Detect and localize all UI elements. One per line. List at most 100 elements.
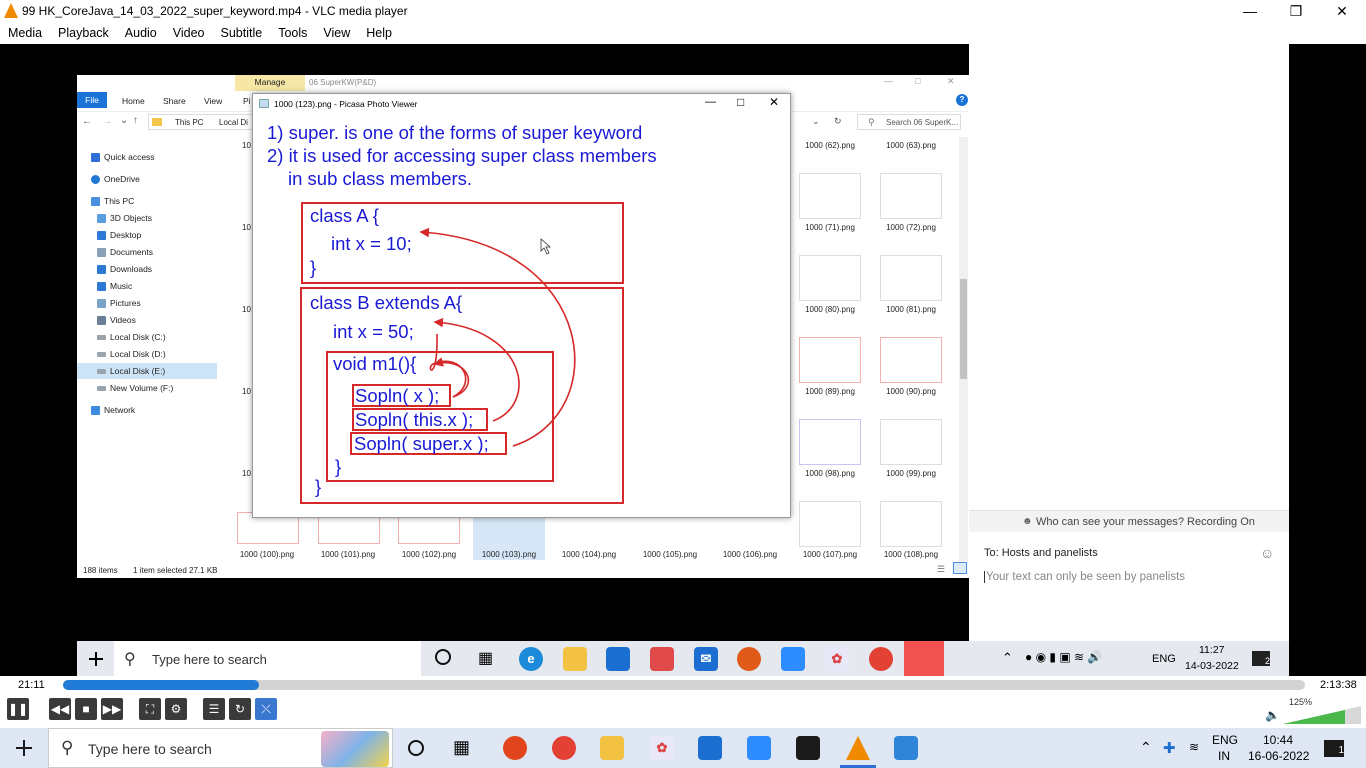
- thumbnail-label[interactable]: 1000 (103).png: [469, 550, 549, 559]
- close-button[interactable]: ✕: [1319, 0, 1365, 23]
- nav-desktop[interactable]: Desktop: [77, 227, 217, 243]
- address-bar[interactable]: This PC Local Di: [148, 114, 258, 130]
- menu-subtitle[interactable]: Subtitle: [213, 23, 271, 40]
- tab-file[interactable]: File: [77, 92, 107, 108]
- windows-start-icon[interactable]: [89, 652, 103, 666]
- nav-local-disk-c[interactable]: Local Disk (C:): [77, 329, 217, 345]
- chevron-down-icon[interactable]: ⌄: [120, 115, 128, 126]
- minimize-button[interactable]: —: [1227, 0, 1273, 23]
- notification-icon[interactable]: 1: [1324, 740, 1344, 757]
- taskbar-clock-time[interactable]: 10:44: [1263, 733, 1293, 747]
- thumbnail-label[interactable]: 1000 (81).png: [871, 305, 951, 314]
- menu-tools[interactable]: Tools: [270, 23, 315, 40]
- file-explorer-icon[interactable]: [563, 647, 587, 671]
- loop-button[interactable]: ↻: [229, 698, 251, 720]
- zoom-icon[interactable]: [747, 736, 771, 760]
- tray-icons[interactable]: ● ◉ ▮ ▣ ≋ 🔊: [1025, 650, 1102, 664]
- thumbnail-label[interactable]: 1000 (104).png: [549, 550, 629, 559]
- thumbnail-label[interactable]: 1000 (101).png: [308, 550, 388, 559]
- previous-button[interactable]: ◀◀: [49, 698, 71, 720]
- photos-icon[interactable]: [894, 736, 918, 760]
- nav-new-volume-f[interactable]: New Volume (F:): [77, 380, 217, 396]
- large-icons-view-icon[interactable]: [953, 562, 967, 574]
- explorer-minimize-button[interactable]: —: [884, 76, 893, 86]
- taskbar-search-box[interactable]: ⚲ Type here to search: [48, 728, 393, 768]
- extended-settings-button[interactable]: ⚙: [165, 698, 187, 720]
- details-view-icon[interactable]: ☰: [937, 564, 945, 575]
- menu-help[interactable]: Help: [358, 23, 400, 40]
- nav-downloads[interactable]: Downloads: [77, 261, 217, 277]
- thumbnail-label[interactable]: 1000 (102).png: [389, 550, 469, 559]
- thumbnail-label[interactable]: 1000 (107).png: [790, 550, 870, 559]
- search-box[interactable]: ⚲ Search 06 SuperK...: [857, 114, 961, 130]
- scrollbar-thumb[interactable]: [960, 279, 967, 379]
- up-icon[interactable]: ↑: [133, 115, 138, 126]
- breadcrumb-this-pc[interactable]: This PC: [175, 118, 203, 127]
- thumbnail[interactable]: [799, 255, 861, 301]
- thumbnail-label[interactable]: 1000 (80).png: [790, 305, 870, 314]
- tray-chevron-icon[interactable]: ⌃: [1140, 739, 1152, 756]
- tray-chevron-icon[interactable]: ⌃: [1002, 650, 1013, 666]
- menu-media[interactable]: Media: [0, 23, 50, 40]
- mail-icon[interactable]: ✉: [694, 647, 718, 671]
- thumbnail-label[interactable]: 1000 (106).png: [710, 550, 790, 559]
- thumbnail[interactable]: [799, 337, 861, 383]
- menu-video[interactable]: Video: [165, 23, 213, 40]
- emoji-icon[interactable]: ☺: [1260, 545, 1274, 561]
- thumbnail[interactable]: [880, 337, 942, 383]
- menu-playback[interactable]: Playback: [50, 23, 117, 40]
- chrome-icon[interactable]: [869, 647, 893, 671]
- zoom-icon[interactable]: [781, 647, 805, 671]
- tab-share[interactable]: Share: [163, 96, 186, 106]
- restore-button[interactable]: ❐: [1273, 0, 1319, 23]
- chat-input[interactable]: Your text can only be seen by panelists: [984, 571, 1185, 583]
- explorer-maximize-button[interactable]: □: [915, 76, 920, 86]
- explorer-close-button[interactable]: ✕: [947, 76, 955, 87]
- fullscreen-button[interactable]: ⛶: [139, 698, 161, 720]
- recorder-icon[interactable]: [503, 736, 527, 760]
- seek-bar[interactable]: [63, 680, 1305, 690]
- thumbnail-label[interactable]: 1000 (72).png: [871, 223, 951, 232]
- chat-recipient[interactable]: To: Hosts and panelists: [984, 547, 1098, 559]
- volume-slider[interactable]: [1283, 706, 1361, 724]
- thumbnail-label[interactable]: 1000 (100).png: [227, 550, 307, 559]
- thumbnail[interactable]: [880, 419, 942, 465]
- playlist-button[interactable]: ☰: [203, 698, 225, 720]
- sticky-notes-icon[interactable]: [796, 736, 820, 760]
- thumbnail[interactable]: [880, 501, 942, 547]
- gift-icon[interactable]: [650, 647, 674, 671]
- screen-recorder-icon[interactable]: [904, 641, 944, 678]
- network-icon[interactable]: ≋: [1189, 740, 1199, 754]
- inner-lang[interactable]: ENG: [1152, 653, 1176, 665]
- shuffle-button[interactable]: ⤬: [255, 698, 277, 720]
- nav-local-disk-d[interactable]: Local Disk (D:): [77, 346, 217, 362]
- thumbnail-label[interactable]: 1000 (89).png: [790, 387, 870, 396]
- explorer-scrollbar[interactable]: [959, 137, 968, 561]
- store-icon[interactable]: [606, 647, 630, 671]
- thumbnail[interactable]: [880, 173, 942, 219]
- task-view-icon[interactable]: ▦: [478, 648, 493, 668]
- refresh-icon[interactable]: ↻: [834, 116, 842, 127]
- thumbnail[interactable]: [799, 173, 861, 219]
- inner-notification-icon[interactable]: 2: [1252, 651, 1270, 666]
- windows-start-icon[interactable]: [16, 740, 32, 756]
- nav-onedrive[interactable]: OneDrive: [77, 171, 217, 187]
- taskbar-clock-date[interactable]: 16-06-2022: [1248, 749, 1309, 763]
- breadcrumb-local-disk[interactable]: Local Di: [219, 118, 248, 127]
- store-icon[interactable]: [698, 736, 722, 760]
- thumbnail-label[interactable]: 1000 (63).png: [871, 141, 951, 150]
- nav-music[interactable]: Music: [77, 278, 217, 294]
- vlc-icon[interactable]: [846, 736, 870, 760]
- nav-network[interactable]: Network: [77, 402, 217, 418]
- recorder-icon[interactable]: [737, 647, 761, 671]
- chrome-icon[interactable]: [552, 736, 576, 760]
- tab-picture-tools[interactable]: Pi: [243, 96, 251, 106]
- tab-home[interactable]: Home: [122, 96, 145, 106]
- task-view-icon[interactable]: ▦: [453, 737, 470, 758]
- pause-button[interactable]: ❚❚: [7, 698, 29, 720]
- thumbnail-label[interactable]: 1000 (71).png: [790, 223, 870, 232]
- speaker-icon[interactable]: 🔈: [1265, 708, 1280, 722]
- thumbnail-label[interactable]: 1000 (90).png: [871, 387, 951, 396]
- taskbar-lang[interactable]: ENG: [1212, 733, 1238, 747]
- address-dropdown-icon[interactable]: ⌄: [812, 116, 820, 127]
